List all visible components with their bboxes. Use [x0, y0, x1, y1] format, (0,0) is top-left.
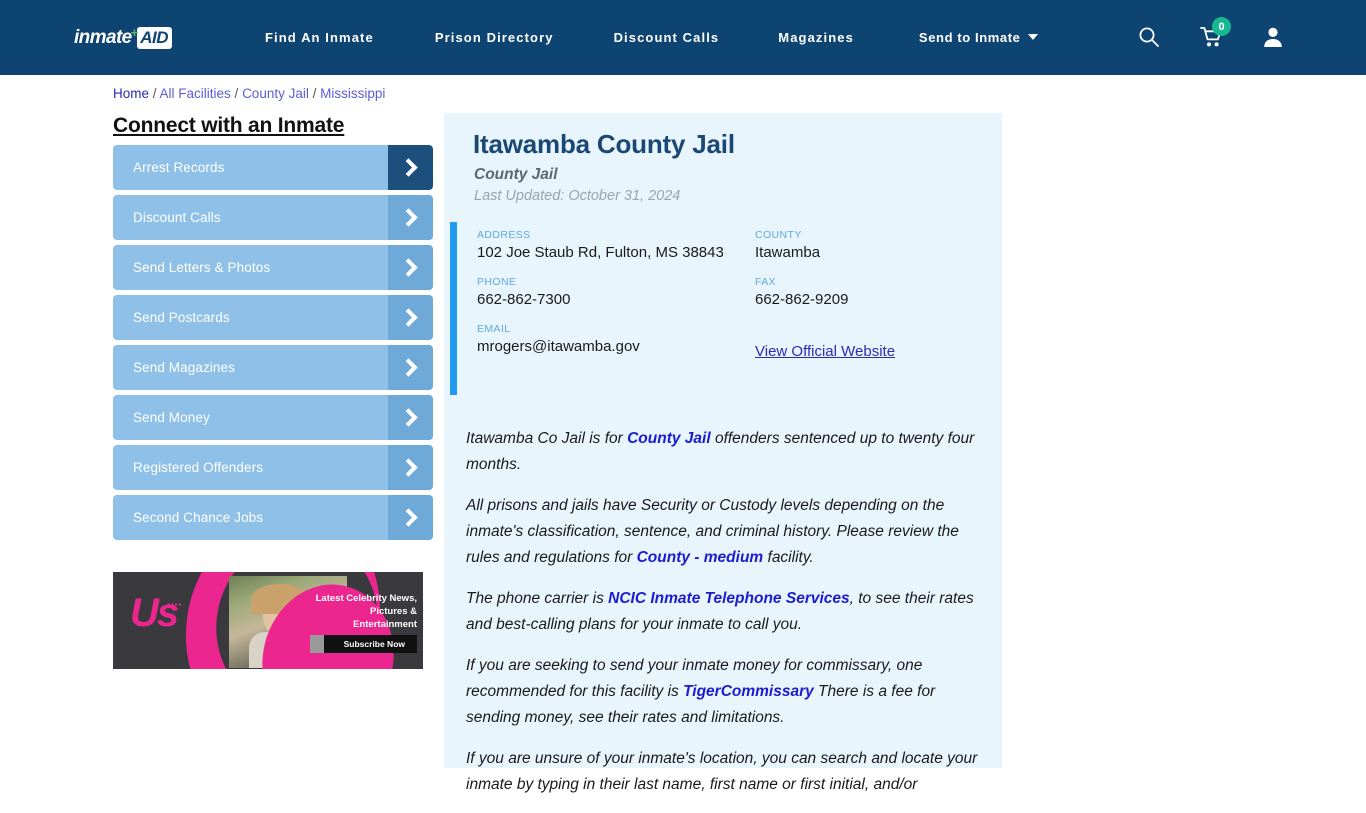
sidebar-item-label: Second Chance Jobs [133, 510, 264, 525]
last-updated-text: Last Updated: October 31, 2024 [474, 188, 681, 204]
email-value: mrogers@itawamba.gov [477, 338, 640, 355]
sidebar-item-send-postcards[interactable]: Send Postcards [113, 295, 433, 340]
shopping-cart-icon[interactable]: 0 [1200, 17, 1231, 53]
logo-wordmark: inmate [74, 27, 132, 48]
site-logo[interactable]: inmate + AID [74, 24, 173, 50]
panel-accent-bar [450, 222, 457, 395]
county-value: Itawamba [755, 244, 821, 261]
view-official-website-link[interactable]: View Official Website [755, 343, 895, 360]
chevron-right-icon [388, 345, 433, 390]
nav-item-magazines[interactable]: Magazines [778, 30, 854, 45]
sidebar-ad-banner[interactable]: Us ▪▪▪▪ Latest Celebrity News, Pictures … [113, 572, 423, 669]
sidebar-item-label: Send Money [133, 410, 210, 425]
phone-label: PHONE [477, 276, 517, 288]
main-navigation: Find An Inmate Prison Directory Discount… [265, 0, 1038, 75]
description-text: The phone carrier is [466, 590, 609, 607]
address-value: 102 Joe Staub Rd, Fulton, MS 38843 [477, 244, 724, 261]
facility-panel: Itawamba County Jail County Jail Last Up… [444, 113, 1002, 793]
chevron-down-icon [1027, 34, 1038, 40]
nav-item-find-an-inmate[interactable]: Find An Inmate [265, 30, 374, 45]
nav-item-prison-directory[interactable]: Prison Directory [435, 30, 554, 45]
chevron-right-icon [388, 145, 433, 190]
facility-type: County Jail [474, 166, 558, 183]
breadcrumb-separator: / [308, 86, 321, 101]
chevron-right-icon [388, 495, 433, 540]
contact-column-right: COUNTY Itawamba FAX 662-862-9209 View Of… [755, 229, 985, 361]
breadcrumb: Home / All Facilities / County Jail / Mi… [113, 86, 385, 101]
logo-aid-badge: AID [137, 27, 173, 49]
breadcrumb-item-county-jail[interactable]: County Jail [242, 86, 309, 101]
description-text: facility. [763, 549, 814, 566]
ad-brand-logo: Us [130, 591, 179, 635]
ad-headline: Latest Celebrity News, Pictures & Entert… [315, 593, 417, 630]
address-label: ADDRESS [477, 229, 531, 241]
description-highlight-link[interactable]: NCIC Inmate Telephone Services [608, 590, 849, 607]
cart-count-badge: 0 [1212, 17, 1231, 36]
sidebar-item-second-chance-jobs[interactable]: Second Chance Jobs [113, 495, 433, 540]
county-label: COUNTY [755, 229, 802, 241]
sidebar-item-label: Arrest Records [133, 160, 225, 175]
sidebar-item-arrest-records[interactable]: Arrest Records [113, 145, 433, 190]
breadcrumb-item-home[interactable]: Home [113, 86, 149, 101]
fax-label: FAX [755, 276, 777, 288]
description-paragraph: All prisons and jails have Security or C… [466, 493, 982, 571]
site-header: inmate + AID Find An Inmate Prison Direc… [0, 0, 1366, 75]
sidebar-item-registered-offenders[interactable]: Registered Offenders [113, 445, 433, 490]
sidebar-item-label: Send Postcards [133, 310, 230, 325]
sidebar-item-discount-calls[interactable]: Discount Calls [113, 195, 433, 240]
description-text: If you are unsure of your inmate's locat… [466, 750, 978, 793]
breadcrumb-item-mississippi[interactable]: Mississippi [320, 86, 385, 101]
description-paragraph: Itawamba Co Jail is for County Jail offe… [466, 426, 982, 478]
description-paragraph: If you are unsure of your inmate's locat… [466, 746, 982, 798]
description-highlight-link[interactable]: County - medium [637, 549, 764, 566]
ad-subscribe-button[interactable]: Subscribe Now [309, 635, 417, 653]
sidebar-title: Connect with an Inmate [113, 114, 345, 137]
chevron-right-icon [388, 395, 433, 440]
sidebar-item-label: Registered Offenders [133, 460, 264, 475]
ad-brand-dots: ▪▪▪▪ [167, 600, 183, 609]
fax-value: 662-862-9209 [755, 291, 849, 308]
logo-plus-icon: + [130, 24, 139, 40]
chevron-right-icon [388, 295, 433, 340]
chevron-right-icon [388, 245, 433, 290]
sidebar-item-label: Send Magazines [133, 360, 235, 375]
facility-description: Itawamba Co Jail is for County Jail offe… [466, 426, 982, 813]
nav-item-send-to-inmate[interactable]: Send to Inmate [919, 30, 1038, 45]
description-paragraph: If you are seeking to send your inmate m… [466, 653, 982, 731]
page-title: Itawamba County Jail [473, 129, 735, 159]
description-highlight-link[interactable]: County Jail [627, 430, 711, 447]
user-account-icon[interactable] [1262, 26, 1284, 53]
description-highlight-link[interactable]: TigerCommissary [683, 683, 814, 700]
sidebar-item-send-magazines[interactable]: Send Magazines [113, 345, 433, 390]
sidebar-item-label: Discount Calls [133, 210, 221, 225]
nav-item-discount-calls[interactable]: Discount Calls [614, 30, 720, 45]
email-label: EMAIL [477, 323, 511, 335]
description-text: Itawamba Co Jail is for [466, 430, 628, 447]
chevron-right-icon [388, 195, 433, 240]
sidebar-item-send-money[interactable]: Send Money [113, 395, 433, 440]
chevron-right-icon [388, 445, 433, 490]
description-paragraph: The phone carrier is NCIC Inmate Telepho… [466, 586, 982, 638]
phone-value: 662-862-7300 [477, 291, 571, 308]
contact-column-left: ADDRESS 102 Joe Staub Rd, Fulton, MS 388… [477, 229, 747, 370]
breadcrumb-separator: / [149, 86, 160, 101]
sidebar-menu: Arrest Records Discount Calls Send Lette… [113, 145, 433, 545]
breadcrumb-item-all-facilities[interactable]: All Facilities [160, 86, 231, 101]
search-icon[interactable] [1138, 26, 1160, 53]
sidebar-item-send-letters-photos[interactable]: Send Letters & Photos [113, 245, 433, 290]
breadcrumb-separator: / [230, 86, 243, 101]
nav-item-send-to-inmate-label: Send to Inmate [918, 30, 1021, 45]
sidebar-item-label: Send Letters & Photos [133, 260, 271, 275]
